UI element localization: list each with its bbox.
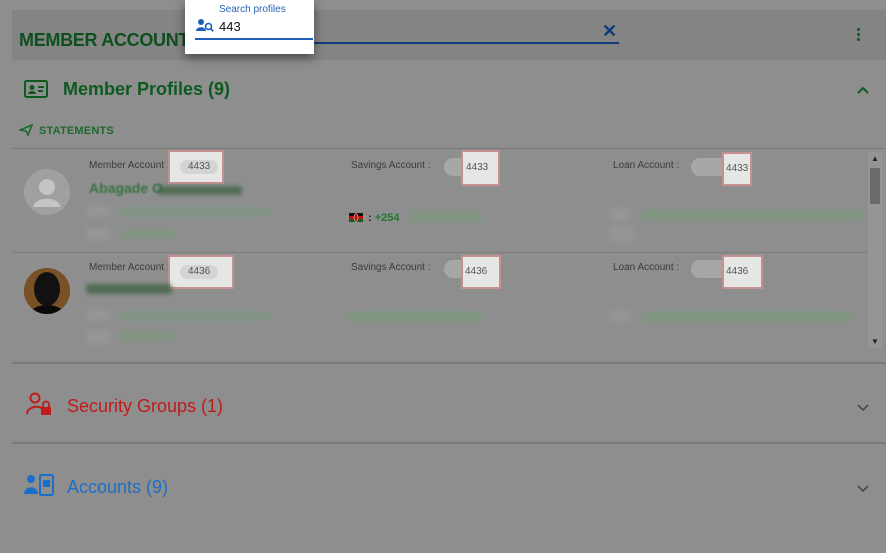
phone-prefix: : +254: [368, 212, 400, 224]
savings-account-label: Savings Account :: [351, 160, 431, 171]
blurred-name: [86, 284, 172, 294]
blurred-email: [120, 208, 270, 216]
blurred-text: [120, 230, 176, 238]
clear-search-icon[interactable]: ✕: [602, 21, 617, 42]
blurred-icon: [86, 330, 110, 344]
loan-account-label: Loan Account :: [613, 160, 680, 171]
section-divider: [12, 362, 886, 364]
member-name: Abagade O: [89, 180, 163, 196]
list-item[interactable]: Member Account : 4433 Savings Account : …: [12, 150, 868, 253]
blurred-text: [120, 332, 176, 340]
blurred-phone: [410, 212, 482, 222]
savings-account-value[interactable]: 4436: [461, 255, 501, 289]
statements-link[interactable]: STATEMENTS: [39, 125, 114, 137]
scroll-down-icon[interactable]: ▼: [871, 337, 879, 346]
scroll-up-icon[interactable]: ▲: [871, 154, 879, 163]
member-account-number: 4433: [180, 160, 219, 174]
blurred-icon: [86, 228, 110, 240]
row-divider: [12, 252, 868, 253]
user-lock-icon: [26, 392, 51, 415]
member-account-label: Member Account :: [89, 160, 170, 171]
accounts-icon: [24, 474, 54, 496]
blurred-icon: [86, 310, 110, 320]
loan-account-value[interactable]: 4433: [722, 152, 752, 186]
blurred-email: [120, 312, 270, 320]
scroll-thumb[interactable]: [870, 168, 880, 204]
blurred-icon: [610, 310, 630, 322]
blurred-name: [158, 186, 242, 195]
blurred-icon: [610, 226, 634, 242]
blurred-icon: [86, 206, 110, 216]
expand-security-groups-icon[interactable]: [857, 400, 869, 415]
section-divider: [12, 442, 886, 444]
search-profiles-label: Search profiles: [219, 4, 286, 15]
profiles-list: Member Account : 4433 Savings Account : …: [12, 150, 868, 360]
search-profiles-field[interactable]: Search profiles 443: [185, 0, 314, 54]
page-title: MEMBER ACCOUNTS: [19, 30, 201, 50]
more-options-icon[interactable]: [857, 28, 861, 42]
send-icon: [19, 124, 33, 136]
kenya-flag-icon: [349, 213, 363, 222]
expand-accounts-icon[interactable]: [857, 481, 869, 496]
search-input-underline: [195, 38, 313, 40]
avatar: [24, 169, 70, 215]
security-groups-header[interactable]: Security Groups (1): [67, 396, 223, 417]
person-search-icon: [196, 19, 214, 32]
member-account-value[interactable]: 4433: [168, 150, 224, 184]
divider: [12, 148, 886, 149]
blurred-phone: [348, 312, 482, 322]
member-profiles-header[interactable]: Member Profiles (9): [63, 79, 230, 100]
profiles-scrollbar[interactable]: ▲ ▼: [868, 152, 882, 348]
id-card-icon: [24, 80, 48, 98]
member-account-value[interactable]: 4436: [168, 255, 234, 289]
blurred-icon: [610, 208, 630, 220]
loan-account-label: Loan Account :: [613, 262, 680, 273]
member-account-number: 4436: [180, 265, 219, 279]
blurred-address: [642, 210, 862, 220]
app-root: MEMBER ACCOUNTS ✕ Search profiles 443 Me…: [0, 0, 886, 553]
loan-account-value[interactable]: 4436: [722, 255, 763, 289]
collapse-member-profiles-icon[interactable]: [857, 82, 869, 97]
member-account-label: Member Account :: [89, 262, 170, 273]
search-input[interactable]: 443: [219, 19, 241, 34]
blurred-address: [642, 312, 852, 322]
phone-code: +254: [374, 212, 400, 224]
savings-account-value[interactable]: 4433: [461, 150, 500, 186]
top-bar: MEMBER ACCOUNTS ✕: [12, 10, 886, 60]
list-item[interactable]: Member Account : 4436 Savings Account : …: [12, 254, 868, 357]
accounts-header[interactable]: Accounts (9): [67, 477, 168, 498]
savings-account-label: Savings Account :: [351, 262, 431, 273]
avatar: [24, 268, 70, 314]
